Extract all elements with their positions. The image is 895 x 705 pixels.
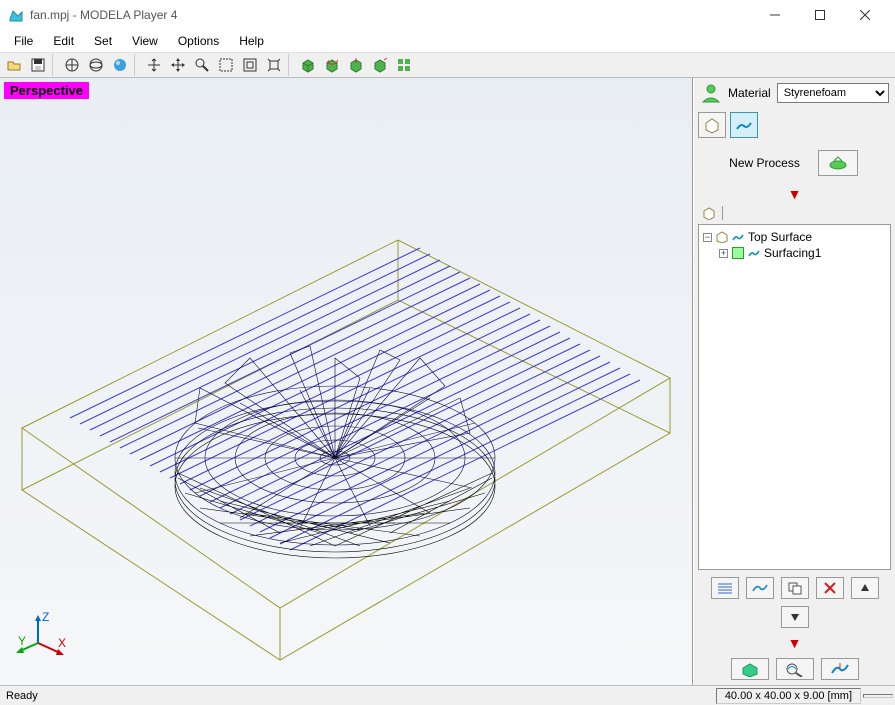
box-rotate-button[interactable]	[320, 54, 344, 76]
move-up-button[interactable]	[851, 577, 879, 599]
tree-box-small-icon	[716, 231, 728, 243]
menu-options[interactable]: Options	[168, 32, 229, 50]
title-bar: fan.mpj - MODELA Player 4	[0, 0, 895, 30]
svg-text:Y: Y	[18, 634, 26, 648]
rotate-button[interactable]	[142, 54, 166, 76]
zoom-extents-button[interactable]	[262, 54, 286, 76]
tree-surface-icon	[732, 231, 744, 243]
main-area: Perspective	[0, 78, 895, 685]
pan-button[interactable]	[166, 54, 190, 76]
zoom-button[interactable]	[190, 54, 214, 76]
box-move-button[interactable]	[344, 54, 368, 76]
main-toolbar	[0, 52, 895, 78]
collapse-icon[interactable]: −	[703, 233, 712, 242]
user-icon	[700, 82, 722, 104]
tree-wave-icon	[748, 247, 760, 259]
model-render	[0, 78, 690, 678]
view-hidden-button[interactable]	[84, 54, 108, 76]
move-down-button[interactable]	[781, 606, 809, 628]
grid-green-button[interactable]	[392, 54, 416, 76]
side-panel: Material Styrenefoam New Process ▼ − Top…	[693, 78, 895, 685]
status-ready: Ready	[0, 690, 716, 702]
surface-top-button[interactable]	[730, 112, 758, 138]
tree-root[interactable]: − Top Surface	[703, 229, 886, 245]
box-orient-button[interactable]	[368, 54, 392, 76]
path-wave-button[interactable]	[746, 577, 774, 599]
minimize-button[interactable]	[752, 1, 797, 29]
stock-box-button[interactable]	[698, 112, 726, 138]
axis-triad: Z X Y	[16, 611, 66, 661]
save-button[interactable]	[26, 54, 50, 76]
view-wire-button[interactable]	[60, 54, 84, 76]
app-icon	[8, 7, 24, 23]
toolpath-lines-button[interactable]	[711, 577, 739, 599]
cut-button[interactable]	[821, 658, 859, 680]
tree-box-icon	[702, 206, 716, 220]
close-button[interactable]	[842, 1, 887, 29]
process-tools	[694, 572, 895, 633]
svg-text:Z: Z	[42, 611, 49, 624]
3d-viewport[interactable]: Perspective	[0, 78, 693, 685]
new-process-button[interactable]	[818, 150, 858, 176]
tree-root-label: Top Surface	[748, 230, 812, 244]
svg-text:X: X	[58, 636, 66, 650]
expand-icon[interactable]: +	[719, 249, 728, 258]
menu-bar: File Edit Set View Options Help	[0, 30, 895, 52]
checkbox-icon[interactable]	[732, 247, 744, 259]
tree-child[interactable]: + Surfacing1	[703, 245, 886, 261]
status-empty	[863, 694, 893, 698]
copy-button[interactable]	[781, 577, 809, 599]
new-process-label: New Process	[729, 156, 800, 170]
menu-view[interactable]: View	[122, 32, 168, 50]
preview-button[interactable]	[731, 658, 769, 680]
menu-edit[interactable]: Edit	[43, 32, 84, 50]
menu-file[interactable]: File	[4, 32, 43, 50]
flow-arrow-icon-2: ▼	[694, 633, 895, 653]
window-title: fan.mpj - MODELA Player 4	[30, 8, 752, 22]
flow-arrow-icon: ▼	[694, 184, 895, 204]
material-label: Material	[728, 86, 771, 100]
simulate-button[interactable]	[776, 658, 814, 680]
status-dims: 40.00 x 40.00 x 9.00 [mm]	[716, 688, 861, 704]
status-bar: Ready 40.00 x 40.00 x 9.00 [mm]	[0, 685, 895, 705]
fit-button[interactable]	[238, 54, 262, 76]
open-button[interactable]	[2, 54, 26, 76]
view-shaded-button[interactable]	[108, 54, 132, 76]
zoom-window-button[interactable]	[214, 54, 238, 76]
output-tools	[694, 653, 895, 685]
menu-set[interactable]: Set	[84, 32, 122, 50]
delete-button[interactable]	[816, 577, 844, 599]
box-green-button[interactable]	[296, 54, 320, 76]
maximize-button[interactable]	[797, 1, 842, 29]
tree-child-label: Surfacing1	[764, 246, 821, 260]
menu-help[interactable]: Help	[229, 32, 274, 50]
material-select[interactable]: Styrenefoam	[777, 83, 889, 103]
process-tree[interactable]: − Top Surface + Surfacing1	[698, 224, 891, 570]
